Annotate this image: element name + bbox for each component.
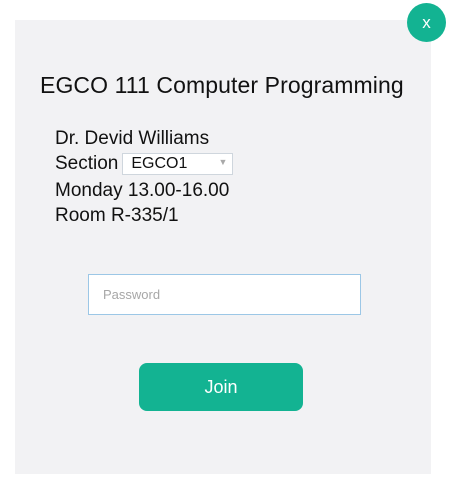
class-room: Room R-335/1 <box>55 205 179 226</box>
class-schedule: Monday 13.00-16.00 <box>55 180 230 201</box>
section-select[interactable]: EGCO1 ▼ <box>122 153 234 175</box>
section-select-value: EGCO1 <box>131 155 188 172</box>
password-input[interactable] <box>88 274 361 315</box>
close-button[interactable]: x <box>407 3 446 42</box>
chevron-down-icon: ▼ <box>218 157 228 167</box>
join-button[interactable]: Join <box>139 363 303 411</box>
section-label: Section <box>55 153 119 174</box>
section-row: Section EGCO1 ▼ <box>55 153 234 175</box>
course-title: EGCO 111 Computer Programming <box>40 72 404 98</box>
page: x EGCO 111 Computer Programming Dr. Devi… <box>0 0 449 495</box>
instructor-name: Dr. Devid Williams <box>55 128 210 149</box>
